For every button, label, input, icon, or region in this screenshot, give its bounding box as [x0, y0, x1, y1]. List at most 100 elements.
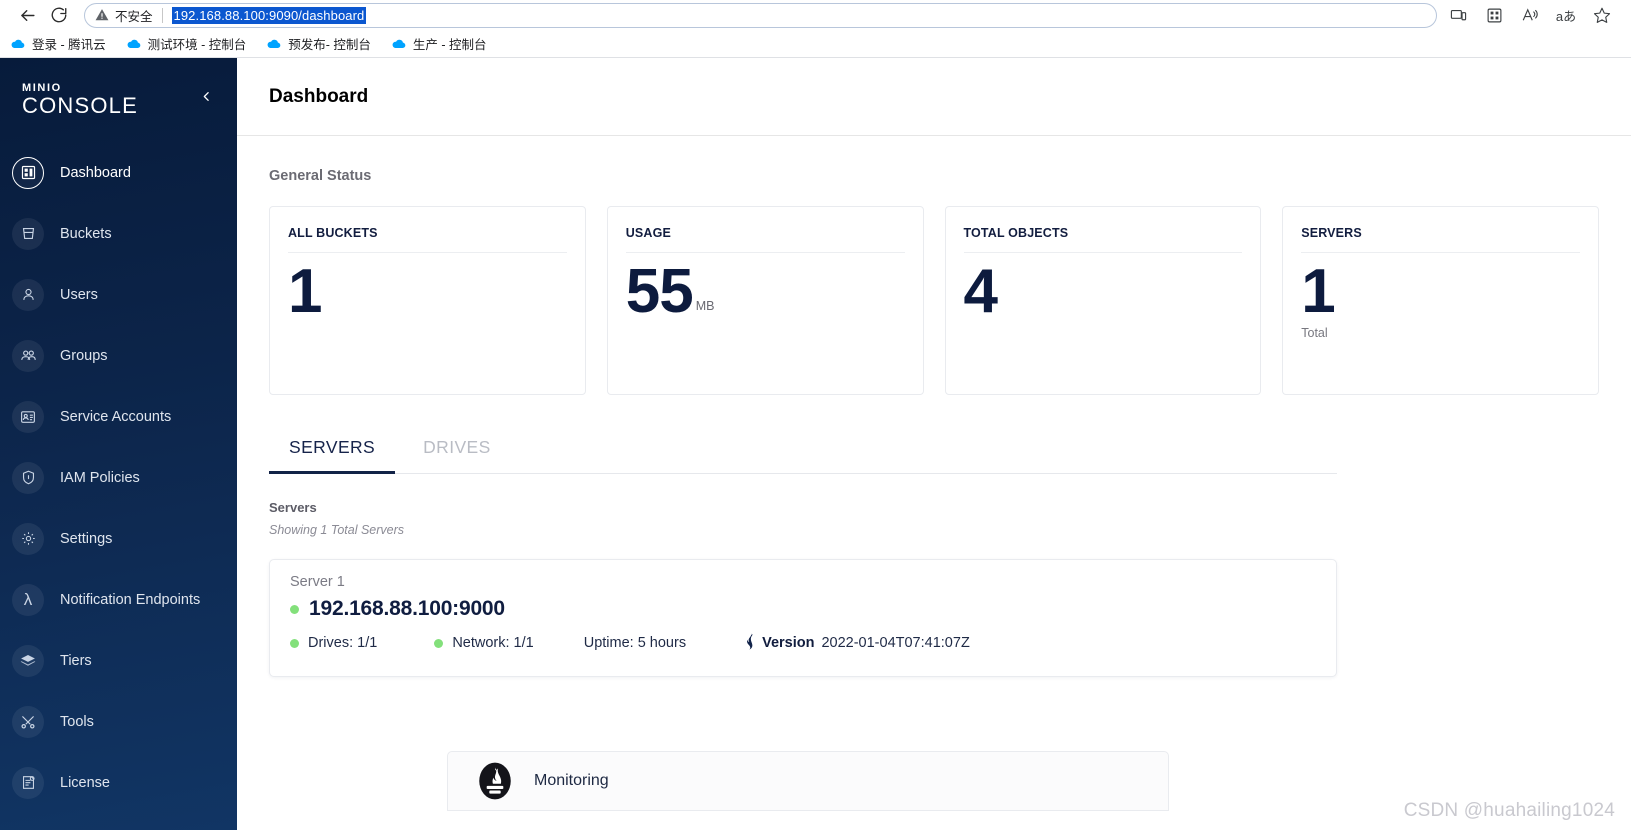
chevron-left-icon[interactable] — [194, 84, 219, 114]
stat-card-label: TOTAL OBJECTS — [963, 226, 1243, 253]
sidebar-item-settings[interactable]: Settings — [0, 508, 237, 569]
servers-count-note: Showing 1 Total Servers — [269, 523, 405, 537]
sidebar-item-label: License — [60, 774, 110, 791]
user-icon — [12, 278, 44, 311]
device-cast-icon[interactable] — [1447, 4, 1469, 26]
sidebar: MINIO CONSOLE Dashboard Buckets Users Gr… — [0, 58, 237, 830]
status-dot-network-icon — [434, 638, 444, 648]
servers-section-title: Servers — [269, 500, 317, 515]
tools-icon — [12, 705, 44, 738]
stat-card-value-row: 1 — [1301, 259, 1580, 324]
reload-icon[interactable] — [44, 2, 74, 28]
stat-card-sublabel: Total — [1301, 326, 1328, 341]
sidebar-menu: Dashboard Buckets Users Groups Service A… — [0, 142, 237, 813]
bookmark-label: 测试环境 - 控制台 — [147, 38, 247, 52]
sidebar-item-groups[interactable]: Groups — [0, 325, 237, 386]
sidebar-item-users[interactable]: Users — [0, 264, 237, 325]
stat-card-value: 4 — [963, 257, 998, 326]
sidebar-item-service-accounts[interactable]: Service Accounts — [0, 386, 237, 447]
security-status-text: 不安全 — [115, 9, 153, 24]
bookmark-item[interactable]: 生产 - 控制台 — [391, 34, 487, 53]
collections-icon[interactable] — [1483, 4, 1505, 26]
stat-card-label: USAGE — [625, 226, 905, 253]
favorites-star-icon[interactable] — [1591, 4, 1613, 26]
server-uptime-label: Uptime: 5 hours — [583, 635, 687, 651]
sidebar-item-license[interactable]: License — [0, 752, 237, 813]
dashboard-icon — [12, 156, 44, 189]
server-version-value: 2022-01-04T07:41:07Z — [821, 635, 970, 651]
sidebar-item-iam-policies[interactable]: IAM Policies — [0, 447, 237, 508]
stat-card-usage[interactable]: USAGE 55 MB — [606, 206, 924, 395]
monitoring-panel[interactable]: Monitoring — [447, 751, 1169, 811]
bookmark-label: 预发布- 控制台 — [288, 38, 371, 52]
sidebar-item-dashboard[interactable]: Dashboard — [0, 142, 237, 203]
browser-chrome: 不安全 192.168.88.100:9090/dashboard aあ 登录 … — [0, 0, 1631, 58]
stat-card-value-row: 4 — [964, 259, 1243, 324]
cloud-icon — [266, 36, 282, 52]
app-shell: MINIO CONSOLE Dashboard Buckets Users Gr… — [0, 58, 1631, 830]
cloud-icon — [126, 36, 142, 52]
server-drives-stat: Drives: 1/1 — [290, 635, 377, 651]
browser-toolbar-icons: aあ — [1447, 4, 1619, 26]
back-arrow-icon[interactable] — [12, 2, 42, 28]
tab-drives[interactable]: DRIVES — [403, 429, 511, 473]
bookmark-item[interactable]: 测试环境 - 控制台 — [126, 34, 247, 53]
server-network-label: Network: 1/1 — [452, 635, 534, 651]
bookmarks-bar: 登录 - 腾讯云 测试环境 - 控制台 预发布- 控制台 生产 - 控制台 — [0, 30, 1631, 58]
gear-icon — [12, 522, 44, 555]
stat-card-all-buckets[interactable]: ALL BUCKETS 1 — [269, 206, 586, 395]
url-text[interactable]: 192.168.88.100:9090/dashboard — [171, 6, 367, 24]
translate-icon[interactable]: aあ — [1555, 4, 1577, 26]
bookmark-label: 生产 - 控制台 — [412, 38, 487, 52]
status-dot-drives-icon — [290, 638, 299, 648]
stat-card-value: 1 — [288, 257, 322, 326]
browser-nav-bar: 不安全 192.168.88.100:9090/dashboard aあ — [0, 0, 1631, 30]
server-version-group: Version 2022-01-04T07:41:07Z — [742, 632, 970, 654]
server-address: 192.168.88.100:9000 — [309, 597, 505, 620]
server-card[interactable]: Server 1 192.168.88.100:9000 Drives: 1/1… — [269, 559, 1337, 677]
omnibox-divider — [161, 7, 163, 23]
service-account-icon — [12, 400, 44, 433]
sidebar-item-label: Service Accounts — [60, 408, 172, 425]
server-version-label: Version — [762, 635, 815, 651]
shield-icon — [12, 461, 44, 494]
read-aloud-icon[interactable] — [1519, 4, 1541, 26]
sidebar-item-buckets[interactable]: Buckets — [0, 203, 237, 264]
bookmark-label: 登录 - 腾讯云 — [32, 38, 106, 52]
stat-card-value: 55 — [625, 257, 694, 326]
cloud-icon — [10, 36, 26, 52]
not-secure-warning-icon — [95, 8, 109, 22]
server-stats-row: Drives: 1/1 Network: 1/1 Uptime: 5 hours — [290, 632, 1316, 654]
dashboard-content: General Status ALL BUCKETS 1 USAGE 55 MB — [237, 136, 1631, 677]
stat-card-servers[interactable]: SERVERS 1 Total — [1282, 206, 1599, 395]
tab-servers[interactable]: SERVERS — [269, 429, 396, 474]
server-address-row: 192.168.88.100:9000 — [290, 597, 1316, 621]
stat-card-total-objects[interactable]: TOTAL OBJECTS 4 — [944, 206, 1262, 395]
lambda-icon: λ — [12, 583, 44, 616]
page-header: Dashboard — [237, 58, 1631, 136]
stat-card-unit: MB — [695, 299, 715, 313]
sidebar-item-tiers[interactable]: Tiers — [0, 630, 237, 691]
address-bar[interactable]: 不安全 192.168.88.100:9090/dashboard — [84, 2, 1437, 28]
stat-card-value-row: 55 MB — [626, 259, 905, 324]
stat-cards: ALL BUCKETS 1 USAGE 55 MB TOTAL OBJECTS — [269, 206, 1599, 395]
dashboard-tabs: SERVERS DRIVES — [269, 429, 1337, 474]
sidebar-item-label: Settings — [60, 530, 113, 547]
sidebar-item-label: IAM Policies — [60, 469, 140, 486]
sidebar-item-notification-endpoints[interactable]: λ Notification Endpoints — [0, 569, 237, 630]
monitoring-label: Monitoring — [534, 772, 609, 789]
sidebar-item-label: Tools — [60, 713, 94, 730]
bookmark-item[interactable]: 登录 - 腾讯云 — [10, 34, 106, 53]
bookmark-item[interactable]: 预发布- 控制台 — [266, 34, 371, 53]
server-drives-label: Drives: 1/1 — [308, 635, 378, 651]
server-name: Server 1 — [290, 574, 345, 590]
sidebar-item-tools[interactable]: Tools — [0, 691, 237, 752]
stat-card-label: SERVERS — [1301, 226, 1580, 253]
sidebar-item-label: Dashboard — [60, 164, 131, 181]
cloud-icon — [391, 36, 407, 52]
sidebar-logo-row: MINIO CONSOLE — [0, 58, 237, 128]
groups-icon — [12, 339, 44, 372]
sidebar-item-label: Groups — [60, 347, 108, 364]
bucket-icon — [12, 217, 44, 250]
watermark: CSDN @huahailing1024 — [1403, 800, 1615, 821]
